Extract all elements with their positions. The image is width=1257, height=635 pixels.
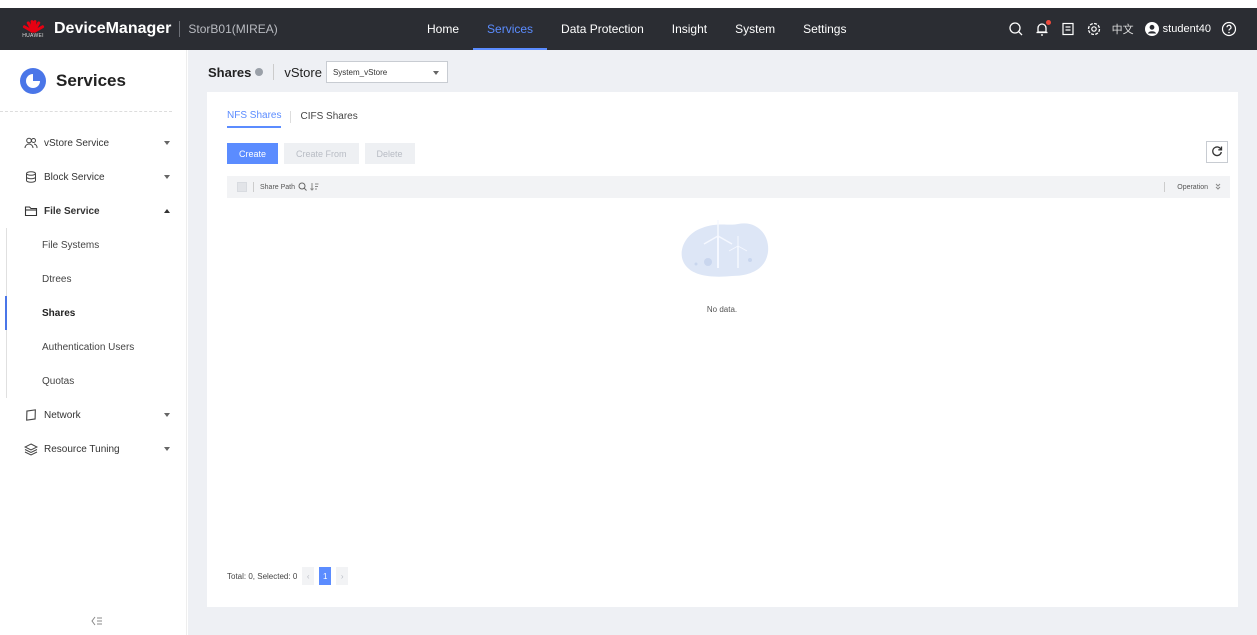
nav-home[interactable]: Home [413, 8, 473, 50]
sidebar-item-dtrees[interactable]: Dtrees [0, 262, 186, 296]
chevron-down-icon [164, 141, 170, 145]
sidebar-header: Services [0, 50, 172, 112]
chevron-up-icon [164, 209, 170, 213]
sidebar-item-resource-tuning[interactable]: Resource Tuning [0, 432, 186, 466]
sidebar: Services vStore Service Block Service Fi… [0, 50, 187, 635]
next-page-button[interactable]: › [336, 567, 349, 585]
vstore-label: vStore [284, 64, 322, 80]
search-icon[interactable] [1008, 21, 1024, 37]
wind-turbine-illustration-icon [672, 220, 772, 288]
username: student40 [1162, 23, 1211, 35]
select-all-checkbox[interactable] [237, 182, 247, 192]
sidebar-item-vstore-service[interactable]: vStore Service [0, 126, 186, 160]
pagination: Total: 0, Selected: 0 ‹ 1 › [227, 567, 349, 585]
language-switch[interactable]: 中文 [1112, 21, 1134, 37]
gear-icon[interactable] [1086, 21, 1102, 37]
device-name: StorB01(MIREA) [188, 22, 278, 36]
top-icons: 中文 student40 [1008, 8, 1237, 50]
empty-message: No data. [706, 305, 738, 314]
table-header: Share Path Operation [227, 176, 1230, 198]
tab-cifs-shares[interactable]: CIFS Shares [300, 111, 357, 127]
sidebar-item-label: Resource Tuning [44, 443, 120, 455]
sidebar-item-label: vStore Service [44, 137, 110, 149]
file-service-submenu: File Systems Dtrees Shares Authenticatio… [0, 228, 186, 398]
user-menu[interactable]: student40 [1144, 21, 1211, 37]
huawei-logo: HUAWEI [20, 16, 46, 42]
share-tabs: NFS Shares CIFS Shares [227, 110, 358, 128]
nav-insight[interactable]: Insight [658, 8, 721, 50]
collapse-sidebar-icon[interactable] [91, 616, 103, 629]
network-icon [24, 408, 38, 422]
vstore-selected-value: System_vStore [332, 67, 388, 77]
database-icon [24, 170, 38, 184]
main-nav: Home Services Data Protection Insight Sy… [413, 8, 860, 50]
nav-system[interactable]: System [721, 8, 789, 50]
nav-data-protection[interactable]: Data Protection [547, 8, 658, 50]
refresh-icon [1211, 145, 1223, 160]
shares-panel: NFS Shares CIFS Shares Create Create Fro… [207, 92, 1238, 607]
column-divider [1164, 182, 1166, 192]
top-bar: HUAWEI DeviceManager StorB01(MIREA) Home… [0, 8, 1257, 50]
toolbar: Create Create From Delete [227, 143, 415, 164]
bell-icon[interactable] [1034, 20, 1051, 37]
search-icon[interactable] [298, 178, 307, 196]
vstore-select[interactable]: System_vStore [325, 61, 448, 83]
sidebar-item-label: Network [44, 409, 81, 421]
divider [179, 21, 181, 37]
main-content: Shares vStore System_vStore NFS Shares C… [188, 50, 1257, 635]
column-divider [253, 182, 254, 192]
app-title: DeviceManager [54, 20, 172, 37]
divider [273, 64, 275, 80]
sidebar-item-network[interactable]: Network [0, 398, 186, 432]
sidebar-item-file-systems[interactable]: File Systems [0, 228, 186, 262]
page-title: Shares [208, 64, 252, 80]
empty-state: No data. [672, 214, 772, 314]
sidebar-menu: vStore Service Block Service File Servic… [0, 126, 186, 466]
create-from-button[interactable]: Create From [284, 143, 359, 164]
sidebar-item-file-service[interactable]: File Service [0, 194, 186, 228]
tab-nfs-shares[interactable]: NFS Shares [227, 110, 282, 128]
column-header-operation: Operation [1177, 183, 1208, 191]
notification-dot [1045, 20, 1051, 25]
sidebar-item-label: File Service [44, 205, 100, 217]
chevron-down-icon [164, 447, 170, 451]
help-icon[interactable] [1221, 21, 1237, 37]
layers-icon [24, 442, 38, 456]
task-icon[interactable] [1060, 21, 1076, 37]
sidebar-item-quotas[interactable]: Quotas [0, 364, 186, 398]
sidebar-title: Services [56, 70, 126, 90]
column-header-share-path: Share Path [260, 183, 296, 191]
chevron-down-icon [164, 175, 170, 179]
people-icon [24, 136, 38, 150]
chevron-down-icon [164, 413, 170, 417]
column-settings-icon[interactable] [1214, 182, 1222, 192]
sidebar-item-shares[interactable]: Shares [0, 296, 186, 330]
sidebar-item-block-service[interactable]: Block Service [0, 160, 186, 194]
sort-icon[interactable] [310, 178, 319, 196]
pagination-summary: Total: 0, Selected: 0 [227, 571, 298, 581]
sidebar-item-authentication-users[interactable]: Authentication Users [0, 330, 186, 364]
prev-page-button[interactable]: ‹ [302, 567, 315, 585]
chevron-down-icon [432, 71, 439, 75]
folder-icon [24, 204, 38, 218]
info-icon[interactable] [255, 68, 264, 76]
services-logo-icon [20, 67, 46, 94]
refresh-button[interactable] [1206, 141, 1228, 163]
brand-text: HUAWEI [22, 33, 44, 39]
page-number-button[interactable]: 1 [319, 567, 332, 585]
create-button[interactable]: Create [227, 143, 279, 164]
sidebar-item-label: Block Service [44, 171, 105, 183]
page-header: Shares vStore System_vStore [208, 60, 448, 84]
nav-services[interactable]: Services [473, 8, 548, 50]
delete-button[interactable]: Delete [364, 143, 415, 164]
tab-divider [290, 110, 292, 123]
nav-settings[interactable]: Settings [789, 8, 860, 50]
avatar-icon [1144, 22, 1159, 36]
